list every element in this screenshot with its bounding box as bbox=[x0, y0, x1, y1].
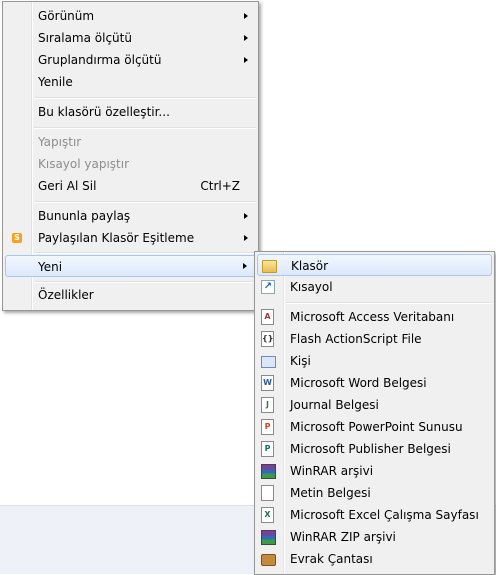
menu-item-paste[interactable]: Yapıştır bbox=[5, 131, 256, 153]
menu-item-refresh[interactable]: Yenile bbox=[5, 71, 256, 93]
submenu-item-journal[interactable]: J Journal Belgesi bbox=[257, 394, 492, 416]
menu-separator bbox=[34, 201, 256, 203]
sync-folder-icon: S bbox=[12, 233, 22, 243]
menu-separator bbox=[34, 127, 256, 129]
new-submenu: Klasör ↗ Kısayol A Microsoft Access Veri… bbox=[254, 251, 495, 575]
submenu-item-folder[interactable]: Klasör bbox=[257, 254, 492, 276]
menu-item-label: Bununla paylaş bbox=[38, 209, 131, 223]
submenu-arrow-icon bbox=[244, 35, 248, 41]
menu-item-label: Microsoft Access Veritabanı bbox=[290, 310, 455, 324]
submenu-arrow-icon bbox=[243, 263, 247, 269]
submenu-arrow-icon bbox=[244, 13, 248, 19]
word-icon: W bbox=[261, 375, 274, 391]
submenu-item-winrar[interactable]: WinRAR arşivi bbox=[257, 460, 492, 482]
submenu-item-word[interactable]: W Microsoft Word Belgesi bbox=[257, 372, 492, 394]
briefcase-icon bbox=[261, 554, 276, 566]
menu-item-label: Yenile bbox=[38, 75, 73, 89]
contact-icon bbox=[261, 356, 276, 368]
menu-item-customize-folder[interactable]: Bu klasörü özelleştir... bbox=[5, 101, 256, 123]
menu-item-label: Microsoft Publisher Belgesi bbox=[290, 442, 451, 456]
menu-item-label: Kısayol bbox=[290, 280, 333, 294]
menu-item-sort-by[interactable]: Sıralama ölçütü bbox=[5, 27, 256, 49]
menu-item-label: Flash ActionScript File bbox=[290, 332, 422, 346]
submenu-item-powerpoint[interactable]: P Microsoft PowerPoint Sunusu bbox=[257, 416, 492, 438]
submenu-item-text-document[interactable]: Metin Belgesi bbox=[257, 482, 492, 504]
menu-item-label: Microsoft PowerPoint Sunusu bbox=[290, 420, 463, 434]
menu-item-label: Microsoft Word Belgesi bbox=[290, 376, 427, 390]
context-menu: Görünüm Sıralama ölçütü Gruplandırma ölç… bbox=[2, 1, 259, 311]
menu-item-label: WinRAR ZIP arşivi bbox=[290, 530, 396, 544]
menu-item-label: Metin Belgesi bbox=[290, 486, 371, 500]
folder-icon bbox=[262, 260, 277, 273]
shortcut-label: Ctrl+Z bbox=[200, 179, 240, 193]
submenu-arrow-icon bbox=[244, 235, 248, 241]
submenu-item-briefcase[interactable]: Evrak Çantası bbox=[257, 548, 492, 570]
menu-separator bbox=[34, 281, 256, 283]
text-document-icon bbox=[261, 485, 274, 501]
menu-item-shared-folder-sync[interactable]: S Paylaşılan Klasör Eşitleme bbox=[5, 227, 256, 249]
menu-separator bbox=[286, 302, 492, 304]
submenu-item-winrar-zip[interactable]: WinRAR ZIP arşivi bbox=[257, 526, 492, 548]
powerpoint-icon: P bbox=[261, 419, 274, 435]
submenu-arrow-icon bbox=[244, 213, 248, 219]
menu-item-label: Kısayol yapıştır bbox=[38, 157, 130, 171]
menu-item-label: Paylaşılan Klasör Eşitleme bbox=[38, 231, 195, 245]
menu-item-label: Geri Al Sil bbox=[38, 179, 97, 193]
actionscript-icon: {} bbox=[261, 331, 274, 347]
submenu-item-publisher[interactable]: P Microsoft Publisher Belgesi bbox=[257, 438, 492, 460]
journal-icon: J bbox=[261, 397, 274, 413]
publisher-icon: P bbox=[261, 441, 274, 457]
menu-item-label: WinRAR arşivi bbox=[290, 464, 374, 478]
menu-item-label: Kişi bbox=[290, 354, 311, 368]
submenu-item-excel[interactable]: X Microsoft Excel Çalışma Sayfası bbox=[257, 504, 492, 526]
shortcut-icon: ↗ bbox=[261, 280, 275, 294]
menu-separator bbox=[34, 252, 256, 254]
menu-item-label: Evrak Çantası bbox=[290, 552, 373, 566]
submenu-item-actionscript[interactable]: {} Flash ActionScript File bbox=[257, 328, 492, 350]
menu-item-properties[interactable]: Özellikler bbox=[5, 284, 256, 306]
menu-item-label: Journal Belgesi bbox=[290, 398, 379, 412]
menu-item-label: Görünüm bbox=[38, 9, 95, 23]
excel-icon: X bbox=[261, 507, 274, 523]
menu-item-view[interactable]: Görünüm bbox=[5, 5, 256, 27]
menu-item-new[interactable]: Yeni bbox=[5, 255, 256, 277]
submenu-item-access[interactable]: A Microsoft Access Veritabanı bbox=[257, 306, 492, 328]
access-icon: A bbox=[261, 309, 274, 325]
menu-item-label: Microsoft Excel Çalışma Sayfası bbox=[290, 508, 479, 522]
menu-item-label: Gruplandırma ölçütü bbox=[38, 53, 162, 67]
winrar-icon bbox=[261, 464, 276, 479]
submenu-arrow-icon bbox=[244, 57, 248, 63]
submenu-item-contact[interactable]: Kişi bbox=[257, 350, 492, 372]
menu-item-label: Yeni bbox=[38, 260, 63, 274]
menu-item-share-with[interactable]: Bununla paylaş bbox=[5, 205, 256, 227]
menu-item-label: Sıralama ölçütü bbox=[38, 31, 132, 45]
submenu-item-shortcut[interactable]: ↗ Kısayol bbox=[257, 276, 492, 298]
menu-item-label: Klasör bbox=[291, 259, 329, 273]
menu-item-group-by[interactable]: Gruplandırma ölçütü bbox=[5, 49, 256, 71]
menu-separator bbox=[34, 97, 256, 99]
menu-item-label: Bu klasörü özelleştir... bbox=[38, 105, 170, 119]
winrar-zip-icon bbox=[261, 530, 276, 545]
menu-item-undo-delete[interactable]: Geri Al Sil Ctrl+Z bbox=[5, 175, 256, 197]
menu-item-label: Özellikler bbox=[38, 288, 94, 302]
menu-item-paste-shortcut[interactable]: Kısayol yapıştır bbox=[5, 153, 256, 175]
menu-item-label: Yapıştır bbox=[38, 135, 82, 149]
